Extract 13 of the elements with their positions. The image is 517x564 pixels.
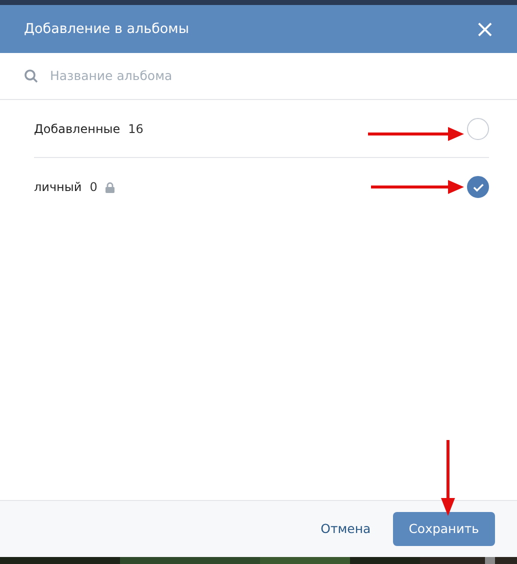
lock-icon xyxy=(105,182,116,192)
photo-count: 16 xyxy=(128,120,144,138)
check-icon xyxy=(472,182,484,192)
album-radio[interactable] xyxy=(467,118,489,140)
album-name: личный xyxy=(34,179,82,196)
album-radio[interactable] xyxy=(467,176,489,198)
dialog-title: Добавление в альбомы xyxy=(24,20,190,39)
search-icon xyxy=(24,69,38,83)
photo-count: 0 xyxy=(90,179,98,196)
album-name: Добавленные xyxy=(34,120,120,138)
cancel-button[interactable]: Отмена xyxy=(306,512,385,546)
save-button[interactable]: Сохранить xyxy=(392,512,495,546)
close-button[interactable]: × xyxy=(474,17,495,41)
